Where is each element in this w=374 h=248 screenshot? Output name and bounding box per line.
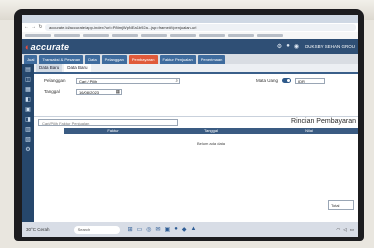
customer-label: Pelanggan xyxy=(44,78,66,83)
sub-tab-active[interactable]: Data Baru xyxy=(64,64,91,72)
browser-icon[interactable]: ◎ xyxy=(146,226,151,233)
weather-widget[interactable]: 30°C Cerah xyxy=(26,227,50,232)
module-tab-active[interactable]: Pembayaran xyxy=(128,55,158,64)
customer-row: Pelanggan Cari / Pilih ⌕ xyxy=(44,77,180,84)
back-icon[interactable]: ← xyxy=(24,23,29,32)
currency-row: Mata Uang IDR xyxy=(256,77,326,84)
currency-label: Mata Uang xyxy=(256,78,279,83)
screen: ← → ↻ accurate.id/accurate/app-index?url… xyxy=(22,15,358,237)
form-sub-tabs: Data Baru Data Baru xyxy=(34,64,358,72)
date-input[interactable]: 16/08/2023 ▦ xyxy=(76,88,122,95)
bookmark-item[interactable] xyxy=(228,34,254,37)
inventory-icon[interactable]: ▦ xyxy=(25,87,31,93)
store-icon[interactable]: ▣ xyxy=(165,226,171,233)
module-tab[interactable]: Penerimaan xyxy=(197,55,226,64)
section-divider xyxy=(34,116,358,117)
invoice-table: Faktur Tanggal Nilai Belum ada data xyxy=(64,128,358,198)
header-icons: ⚙ ● ◉ xyxy=(277,43,299,50)
payment-form: Data Baru Data Baru Pelanggan Cari / Pil… xyxy=(34,64,358,222)
app-icon[interactable]: ▲ xyxy=(190,226,196,233)
taskbar-icons: ⊞ ▭ ◎ ✉ ▣ ● ◆ ▲ xyxy=(128,226,197,233)
taskbar-search[interactable]: Search xyxy=(73,225,120,234)
table-header: Faktur Tanggal Nilai xyxy=(64,128,358,134)
bookmark-item[interactable] xyxy=(25,34,51,37)
sub-tab[interactable]: Data Baru xyxy=(36,64,63,72)
system-tray: ◠ ◁ ▭ xyxy=(336,227,354,233)
user-icon[interactable]: ◉ xyxy=(294,43,299,50)
mail-icon[interactable]: ✉ xyxy=(156,226,161,233)
calendar-icon[interactable]: ▦ xyxy=(116,89,120,95)
battery-icon[interactable]: ▭ xyxy=(350,227,354,233)
volume-icon[interactable]: ◁ xyxy=(343,227,346,233)
column-header[interactable]: Faktur xyxy=(64,128,162,134)
bookmark-item[interactable] xyxy=(54,34,80,37)
empty-message: Belum ada data xyxy=(196,141,226,146)
section-title: Rincian Pembayaran xyxy=(291,118,356,125)
windows-start-icon[interactable]: ⊞ xyxy=(128,226,133,233)
notification-icon[interactable]: ● xyxy=(286,43,290,50)
windows-taskbar: 30°C Cerah Search ⊞ ▭ ◎ ✉ ▣ ● ◆ ▲ ◠ ◁ ▭ xyxy=(22,222,358,237)
setting-icon[interactable]: ⚙ xyxy=(25,147,30,153)
address-bar[interactable]: accurate.id/accurate/app-index?url=P8tmj… xyxy=(45,24,356,31)
bookmark-item[interactable] xyxy=(83,34,109,37)
cash-bank-icon[interactable]: ◧ xyxy=(25,97,31,103)
module-tab[interactable]: Jual xyxy=(24,55,38,64)
module-tab[interactable]: Faktur Penjualan xyxy=(159,55,196,64)
accurate-logo: ◐accurate xyxy=(25,42,69,52)
date-row: Tanggal 16/08/2023 ▦ xyxy=(44,88,122,95)
settings-icon[interactable]: ⚙ xyxy=(277,43,282,50)
currency-value: IDR xyxy=(298,78,305,84)
purchase-icon[interactable]: ◫ xyxy=(25,77,31,83)
module-tab[interactable]: Transaksi & Pesanan xyxy=(39,55,84,64)
total-field: Total xyxy=(328,200,354,210)
date-value: 16/08/2023 xyxy=(79,89,100,95)
left-sidebar: ▤ ◫ ▦ ◧ ▣ ◨ ▥ ▧ ⚙ xyxy=(22,64,34,222)
customer-value: Cari / Pilih xyxy=(79,78,98,84)
browser-tab-strip[interactable] xyxy=(22,15,358,23)
module-tabs: Jual Transaksi & Pesanan Data Pelanggan … xyxy=(22,54,358,64)
invoice-search-input[interactable]: Cari/Pilih Faktur Penjualan xyxy=(38,119,178,126)
ledger-icon[interactable]: ▣ xyxy=(25,107,31,113)
currency-input[interactable]: IDR xyxy=(295,77,326,84)
bookmark-item[interactable] xyxy=(257,34,283,37)
customer-input[interactable]: Cari / Pilih ⌕ xyxy=(76,77,180,84)
reload-icon[interactable]: ↻ xyxy=(38,23,43,32)
database-name[interactable]: DUKSBY SEHAN GROU xyxy=(305,44,355,49)
bookmark-item[interactable] xyxy=(170,34,196,37)
bookmark-item[interactable] xyxy=(199,34,225,37)
company-icon[interactable]: ▧ xyxy=(25,137,31,143)
report-icon[interactable]: ▥ xyxy=(25,127,31,133)
bookmark-item[interactable] xyxy=(112,34,138,37)
bookmark-item[interactable] xyxy=(141,34,167,37)
bookmarks-bar xyxy=(22,32,358,39)
app-icon[interactable]: ● xyxy=(174,226,178,233)
form-toolbar xyxy=(34,72,358,74)
date-label: Tanggal xyxy=(44,89,60,94)
module-tab[interactable]: Data xyxy=(85,55,100,64)
app-icon[interactable]: ◆ xyxy=(182,226,187,233)
module-tab[interactable]: Pelanggan xyxy=(101,55,127,64)
browser-address-row: ← → ↻ accurate.id/accurate/app-index?url… xyxy=(22,23,358,32)
column-header[interactable]: Nilai xyxy=(260,128,358,134)
search-icon[interactable]: ⌕ xyxy=(175,78,178,84)
logo-text: accurate xyxy=(30,41,70,52)
wifi-icon[interactable]: ◠ xyxy=(336,227,340,233)
currency-toggle[interactable] xyxy=(282,78,292,83)
app-header: ◐accurate ⚙ ● ◉ DUKSBY SEHAN GROU xyxy=(22,39,358,54)
asset-icon[interactable]: ◨ xyxy=(25,117,31,123)
column-header[interactable]: Tanggal xyxy=(162,128,260,134)
file-explorer-icon[interactable]: ▭ xyxy=(137,226,143,233)
sales-icon[interactable]: ▤ xyxy=(25,67,31,73)
forward-icon[interactable]: → xyxy=(31,23,36,32)
